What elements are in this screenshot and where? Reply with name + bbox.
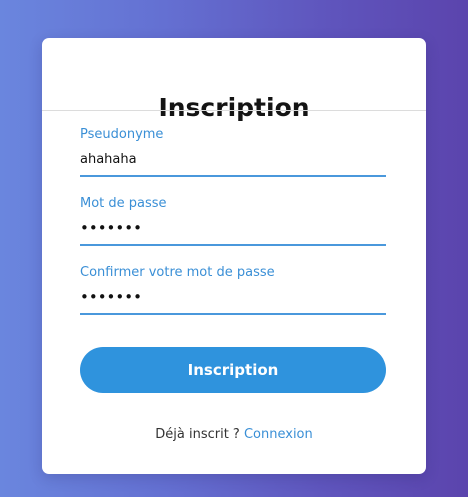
signup-button[interactable]: Inscription <box>80 347 386 393</box>
password-input[interactable] <box>80 218 386 238</box>
signup-card: Inscription Pseudonyme Mot de passe Conf… <box>42 38 426 474</box>
confirm-password-label: Confirmer votre mot de passe <box>80 265 275 280</box>
username-underline <box>80 175 386 177</box>
username-input[interactable] <box>80 149 386 169</box>
confirm-password-underline <box>80 313 386 315</box>
confirm-password-input[interactable] <box>80 287 386 307</box>
password-underline <box>80 244 386 246</box>
password-label: Mot de passe <box>80 196 167 211</box>
login-link[interactable]: Connexion <box>244 427 313 442</box>
header-divider <box>42 110 426 111</box>
login-prompt: Déjà inscrit ? Connexion <box>42 427 426 442</box>
form-title: Inscription <box>158 93 310 122</box>
already-registered-text: Déjà inscrit ? <box>155 427 240 442</box>
username-label: Pseudonyme <box>80 127 164 142</box>
